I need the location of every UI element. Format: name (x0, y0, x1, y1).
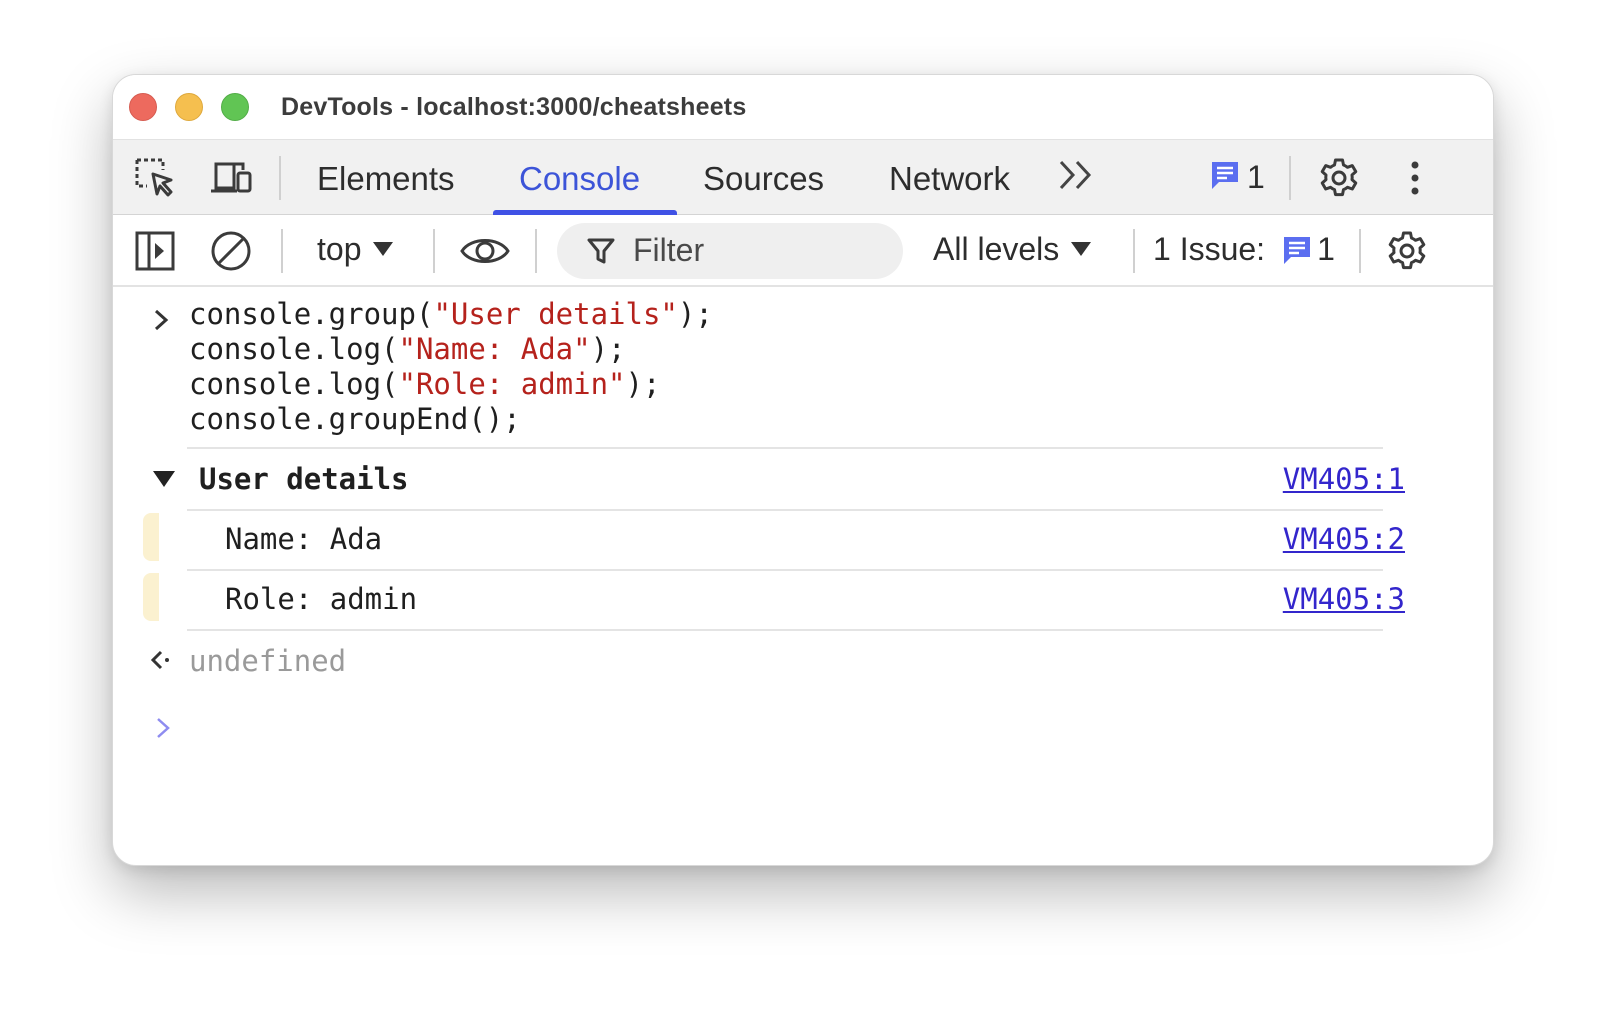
divider (433, 229, 435, 273)
code-line: console.groupEnd(); (189, 402, 521, 436)
expand-triangle-icon[interactable] (153, 471, 175, 487)
group-indent-marker (143, 573, 159, 621)
window-title: DevTools - localhost:3000/cheatsheets (281, 93, 747, 121)
console-toolbar: top Filter All levels 1 Issue: 1 (113, 215, 1493, 287)
console-panel[interactable]: console.group("User details"); console.l… (113, 287, 1493, 865)
message-square-icon (1209, 159, 1241, 196)
log-levels-label: All levels (933, 231, 1060, 267)
context-selector[interactable]: top (317, 231, 394, 268)
issues-label: 1 Issue: (1153, 231, 1266, 267)
clear-console-icon[interactable] (209, 229, 253, 273)
divider (281, 229, 283, 273)
minimize-window-button[interactable] (175, 93, 203, 121)
sidebar-toggle-icon[interactable] (133, 229, 177, 273)
filter-placeholder: Filter (633, 232, 705, 268)
return-value-arrow-icon (150, 650, 169, 670)
log-message: Name: Ada (225, 522, 383, 556)
divider (187, 629, 1383, 631)
issues-count: 1 (1317, 231, 1335, 267)
gear-icon[interactable] (1317, 156, 1361, 200)
tab-console[interactable]: Console (519, 160, 640, 198)
kebab-menu-icon[interactable] (1393, 156, 1437, 200)
live-expression-eye-icon[interactable] (459, 229, 511, 273)
source-link[interactable]: VM405:3 (1283, 582, 1405, 616)
chevron-down-icon (373, 241, 394, 256)
divider (187, 509, 1383, 511)
code-line: console.log("Name: Ada"); (189, 332, 626, 366)
log-message: Role: admin (225, 582, 418, 616)
source-link[interactable]: VM405:2 (1283, 522, 1405, 556)
console-settings-gear-icon[interactable] (1385, 229, 1429, 273)
devtools-window: DevTools - localhost:3000/cheatsheets El… (112, 74, 1494, 866)
divider (535, 229, 537, 273)
issues-counter[interactable]: 1 Issue: 1 (1153, 231, 1335, 268)
message-square-icon (1281, 234, 1313, 266)
close-window-button[interactable] (129, 93, 157, 121)
issues-badge-count: 1 (1247, 159, 1265, 195)
divider (1359, 229, 1361, 273)
title-bar: DevTools - localhost:3000/cheatsheets (113, 75, 1493, 139)
device-toolbar-icon[interactable] (209, 156, 253, 200)
divider (1133, 229, 1135, 273)
filter-input[interactable]: Filter (557, 223, 903, 279)
group-indent-marker (143, 513, 159, 561)
chevron-down-icon (1071, 241, 1092, 256)
return-value: undefined (189, 644, 347, 678)
context-selector-label: top (317, 231, 362, 267)
filter-funnel-icon (587, 238, 615, 264)
group-title[interactable]: User details (199, 462, 409, 496)
main-tab-bar: Elements Console Sources Network 1 (113, 139, 1493, 215)
log-levels-dropdown[interactable]: All levels (933, 231, 1092, 268)
divider (187, 447, 1383, 449)
tab-elements[interactable]: Elements (317, 160, 455, 198)
divider (187, 569, 1383, 571)
divider (279, 156, 281, 200)
code-line: console.log("Role: admin"); (189, 367, 661, 401)
tab-network[interactable]: Network (889, 160, 1010, 198)
zoom-window-button[interactable] (221, 93, 249, 121)
more-tabs-chevron-icon[interactable] (1057, 158, 1097, 200)
console-input-prompt-icon[interactable] (153, 715, 173, 741)
divider (1289, 156, 1291, 200)
issues-badge[interactable]: 1 (1209, 159, 1265, 196)
inspect-element-icon[interactable] (133, 156, 177, 200)
tab-sources[interactable]: Sources (703, 160, 824, 198)
code-line: console.group("User details"); (189, 297, 713, 331)
source-link[interactable]: VM405:1 (1283, 462, 1405, 496)
input-prompt-chevron-icon (154, 309, 169, 331)
